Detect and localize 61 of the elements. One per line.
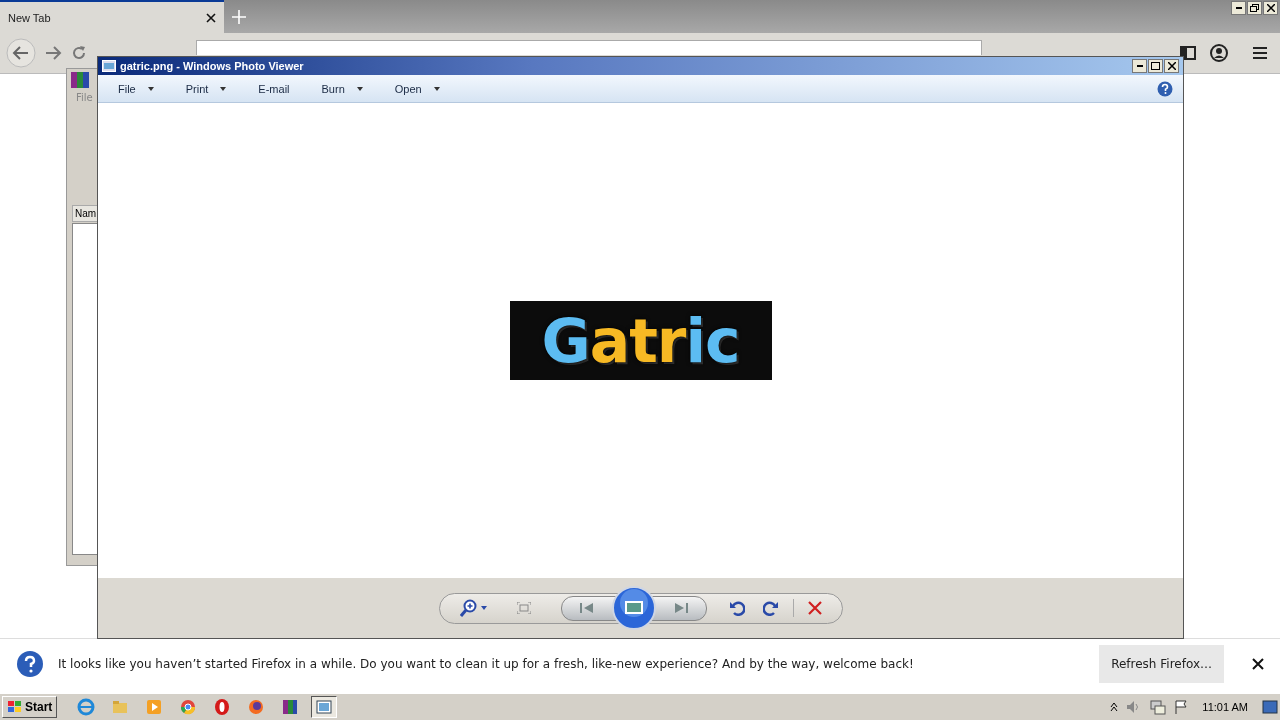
flag-icon[interactable] <box>1174 700 1189 714</box>
taskbar-app[interactable] <box>311 696 338 718</box>
window-title: gatric.png - Windows Photo Viewer <box>120 60 304 72</box>
previous-icon[interactable] <box>579 603 594 613</box>
minimize-icon <box>1235 7 1242 9</box>
notification-message: It looks like you haven’t started Firefox in a while. Do you want to clean it up for a fresh, like-new experience? And by the way, welcome back! <box>58 657 915 671</box>
minimize-button[interactable] <box>1132 59 1147 73</box>
zoom-icon <box>459 599 478 617</box>
minimize-icon <box>1136 65 1143 67</box>
close-icon <box>1167 62 1176 70</box>
menu-item[interactable]: Burn <box>315 78 369 99</box>
app-icon <box>102 60 116 72</box>
close-icon[interactable] <box>206 12 216 23</box>
back-icon[interactable] <box>6 38 36 68</box>
menu-item[interactable]: E-mail <box>252 78 296 99</box>
restore-button[interactable] <box>1247 1 1262 15</box>
folder-icon <box>111 698 130 716</box>
close-icon <box>1266 4 1275 12</box>
maximize-icon <box>1151 62 1160 70</box>
media-player-icon <box>145 698 164 716</box>
next-icon[interactable] <box>673 603 688 613</box>
reload-icon[interactable] <box>70 44 88 62</box>
delete-icon[interactable] <box>807 601 822 615</box>
caret-icon <box>480 606 487 610</box>
archive-icon <box>281 698 300 716</box>
close-icon[interactable] <box>1252 658 1264 670</box>
chevron-icon[interactable] <box>1110 702 1119 712</box>
browser-icon <box>179 698 198 716</box>
restore-icon <box>1250 4 1259 12</box>
browser-icon <box>77 698 96 716</box>
rotate-left-icon[interactable] <box>728 600 745 616</box>
zoom-button[interactable] <box>459 599 487 617</box>
minimize-button[interactable] <box>1231 1 1246 15</box>
close-button[interactable] <box>1263 1 1278 15</box>
clock: 11:01 AM <box>1202 701 1248 713</box>
menu-icon[interactable] <box>1252 46 1268 60</box>
menu-item[interactable]: File <box>112 78 160 99</box>
column-header[interactable]: Nam <box>72 205 98 222</box>
menu-item[interactable]: Open <box>388 78 446 99</box>
help-icon[interactable] <box>1157 80 1173 97</box>
start-button[interactable]: Start <box>2 696 58 718</box>
sidebar-icon[interactable] <box>1180 46 1196 60</box>
slideshow-button[interactable] <box>611 586 656 630</box>
menu-item[interactable]: Print <box>179 78 233 99</box>
maximize-button[interactable] <box>1148 59 1163 73</box>
network-icon[interactable] <box>1150 699 1167 715</box>
account-icon[interactable] <box>1210 44 1228 62</box>
question-icon <box>16 650 44 678</box>
image-viewer-icon <box>315 698 334 716</box>
app-icon <box>71 72 89 88</box>
address-field[interactable] <box>196 40 982 55</box>
plus-icon[interactable] <box>232 9 246 24</box>
windows-logo-icon <box>7 700 23 714</box>
browser-tab[interactable]: New Tab <box>0 0 224 33</box>
refresh-button[interactable]: Refresh Firefox… <box>1099 645 1224 683</box>
forward-icon[interactable] <box>44 45 62 61</box>
close-button[interactable] <box>1164 59 1179 73</box>
browser-icon <box>213 698 232 716</box>
rotate-right-icon[interactable] <box>762 600 779 616</box>
browser-icon <box>247 698 266 716</box>
logo: Gatric <box>509 301 772 380</box>
